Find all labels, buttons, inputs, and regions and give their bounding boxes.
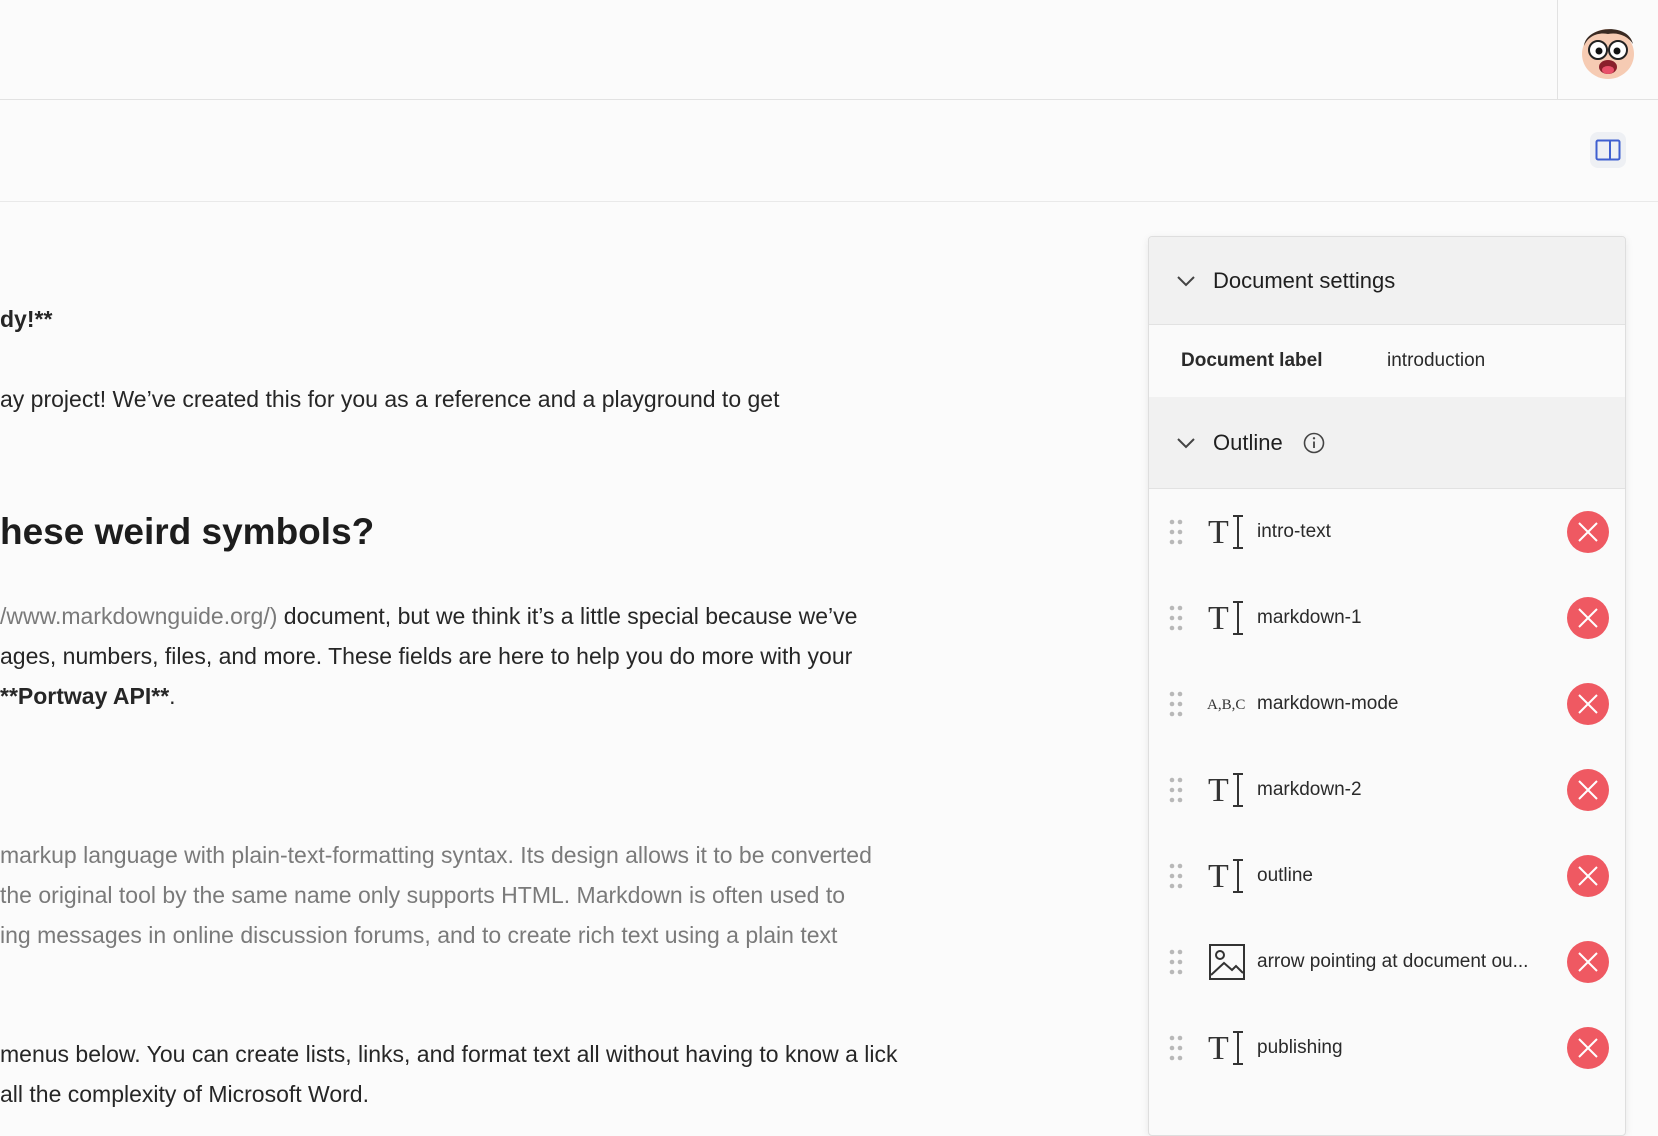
remove-item-button[interactable] bbox=[1567, 769, 1609, 811]
editor-line: the original tool by the same name only … bbox=[0, 882, 846, 908]
close-icon bbox=[1578, 1038, 1598, 1058]
text-field-icon: T bbox=[1208, 600, 1243, 637]
image-field-icon bbox=[1209, 944, 1245, 980]
editor-line: **Portway API**. bbox=[0, 676, 176, 716]
drag-handle-icon[interactable] bbox=[1169, 863, 1183, 889]
editor-toolbar bbox=[0, 100, 1658, 202]
text-field-icon: T bbox=[1208, 858, 1243, 895]
outline-item-label: markdown-1 bbox=[1257, 607, 1362, 628]
editor-line: dy!** bbox=[0, 306, 53, 332]
outline-item[interactable]: T publishing bbox=[1149, 1005, 1625, 1091]
svg-text:T: T bbox=[1208, 514, 1229, 551]
close-icon bbox=[1578, 780, 1598, 800]
svg-text:T: T bbox=[1208, 600, 1229, 637]
toggle-sidebar-button[interactable] bbox=[1590, 132, 1626, 168]
text-field-icon: T bbox=[1208, 772, 1243, 809]
outline-title: Outline bbox=[1213, 429, 1283, 455]
avatar-button[interactable] bbox=[1557, 0, 1658, 100]
text-field-icon: T bbox=[1208, 514, 1243, 551]
editor-line: all the complexity of Microsoft Word. bbox=[0, 1081, 369, 1107]
editor-heading: hese weird symbols? bbox=[0, 511, 375, 552]
document-settings-title: Document settings bbox=[1213, 267, 1396, 293]
chevron-down-icon bbox=[1177, 275, 1195, 286]
editor-line: markup language with plain-text-formatti… bbox=[0, 842, 872, 868]
sidebar-toggle-icon bbox=[1595, 139, 1621, 161]
avatar bbox=[1582, 29, 1634, 79]
drag-handle-icon[interactable] bbox=[1169, 1035, 1183, 1061]
editor-line: /www.markdownguide.org/) document, but w… bbox=[0, 596, 857, 636]
top-bar bbox=[0, 0, 1658, 100]
editor-text: . bbox=[169, 683, 176, 709]
drag-handle-icon[interactable] bbox=[1169, 519, 1183, 545]
document-label-key: Document label bbox=[1181, 350, 1323, 371]
outline-item[interactable]: arrow pointing at document ou... bbox=[1149, 919, 1625, 1005]
choice-field-icon: A,B,C bbox=[1207, 697, 1245, 713]
drag-handle-icon[interactable] bbox=[1169, 949, 1183, 975]
outline-header[interactable]: Outline bbox=[1149, 397, 1625, 489]
chevron-down-icon bbox=[1177, 437, 1195, 448]
outline-item[interactable]: T intro-text bbox=[1149, 489, 1625, 575]
outline-item-label: outline bbox=[1257, 865, 1313, 886]
svg-text:A,B,C: A,B,C bbox=[1207, 697, 1245, 713]
drag-handle-icon[interactable] bbox=[1169, 691, 1183, 717]
close-icon bbox=[1578, 694, 1598, 714]
remove-item-button[interactable] bbox=[1567, 1027, 1609, 1069]
text-field-icon: T bbox=[1208, 1030, 1243, 1067]
remove-item-button[interactable] bbox=[1567, 683, 1609, 725]
outline-item-label: publishing bbox=[1257, 1037, 1343, 1058]
document-sidebar: Document settings Document label introdu… bbox=[1148, 236, 1626, 1136]
document-editor[interactable]: dy!** ay project! We’ve created this for… bbox=[0, 203, 1120, 1120]
document-label-value[interactable]: introduction bbox=[1387, 350, 1485, 372]
editor-line: ay project! We’ve created this for you a… bbox=[0, 386, 780, 412]
close-icon bbox=[1578, 866, 1598, 886]
document-settings-header[interactable]: Document settings bbox=[1149, 237, 1625, 325]
svg-text:T: T bbox=[1208, 1030, 1229, 1067]
remove-item-button[interactable] bbox=[1567, 941, 1609, 983]
markdown-guide-link[interactable]: /www.markdownguide.org/) bbox=[0, 603, 277, 629]
drag-handle-icon[interactable] bbox=[1169, 605, 1183, 631]
editor-line: ages, numbers, files, and more. These fi… bbox=[0, 643, 853, 669]
outline-item-label: markdown-mode bbox=[1257, 693, 1399, 714]
outline-item-label: markdown-2 bbox=[1257, 779, 1362, 800]
outline-item[interactable]: A,B,C markdown-mode bbox=[1149, 661, 1625, 747]
document-label-row: Document label introduction bbox=[1149, 325, 1625, 397]
svg-text:T: T bbox=[1208, 858, 1229, 895]
outline-item-label: intro-text bbox=[1257, 521, 1331, 542]
editor-line: ing messages in online discussion forums… bbox=[0, 922, 838, 948]
outline-item[interactable]: T markdown-1 bbox=[1149, 575, 1625, 661]
close-icon bbox=[1578, 608, 1598, 628]
editor-text: document, but we think it’s a little spe… bbox=[277, 603, 858, 629]
outline-item[interactable]: T markdown-2 bbox=[1149, 747, 1625, 833]
remove-item-button[interactable] bbox=[1567, 511, 1609, 553]
svg-text:T: T bbox=[1208, 772, 1229, 809]
info-icon[interactable] bbox=[1303, 432, 1325, 454]
close-icon bbox=[1578, 952, 1598, 972]
outline-item[interactable]: T outline bbox=[1149, 833, 1625, 919]
editor-bold-text: **Portway API** bbox=[0, 683, 170, 709]
outline-list: T intro-text T markdown-1 A,B,C markdown… bbox=[1149, 489, 1625, 1091]
close-icon bbox=[1578, 522, 1598, 542]
drag-handle-icon[interactable] bbox=[1169, 777, 1183, 803]
remove-item-button[interactable] bbox=[1567, 597, 1609, 639]
editor-line: menus below. You can create lists, links… bbox=[0, 1041, 898, 1067]
remove-item-button[interactable] bbox=[1567, 855, 1609, 897]
outline-item-label: arrow pointing at document ou... bbox=[1257, 951, 1529, 972]
